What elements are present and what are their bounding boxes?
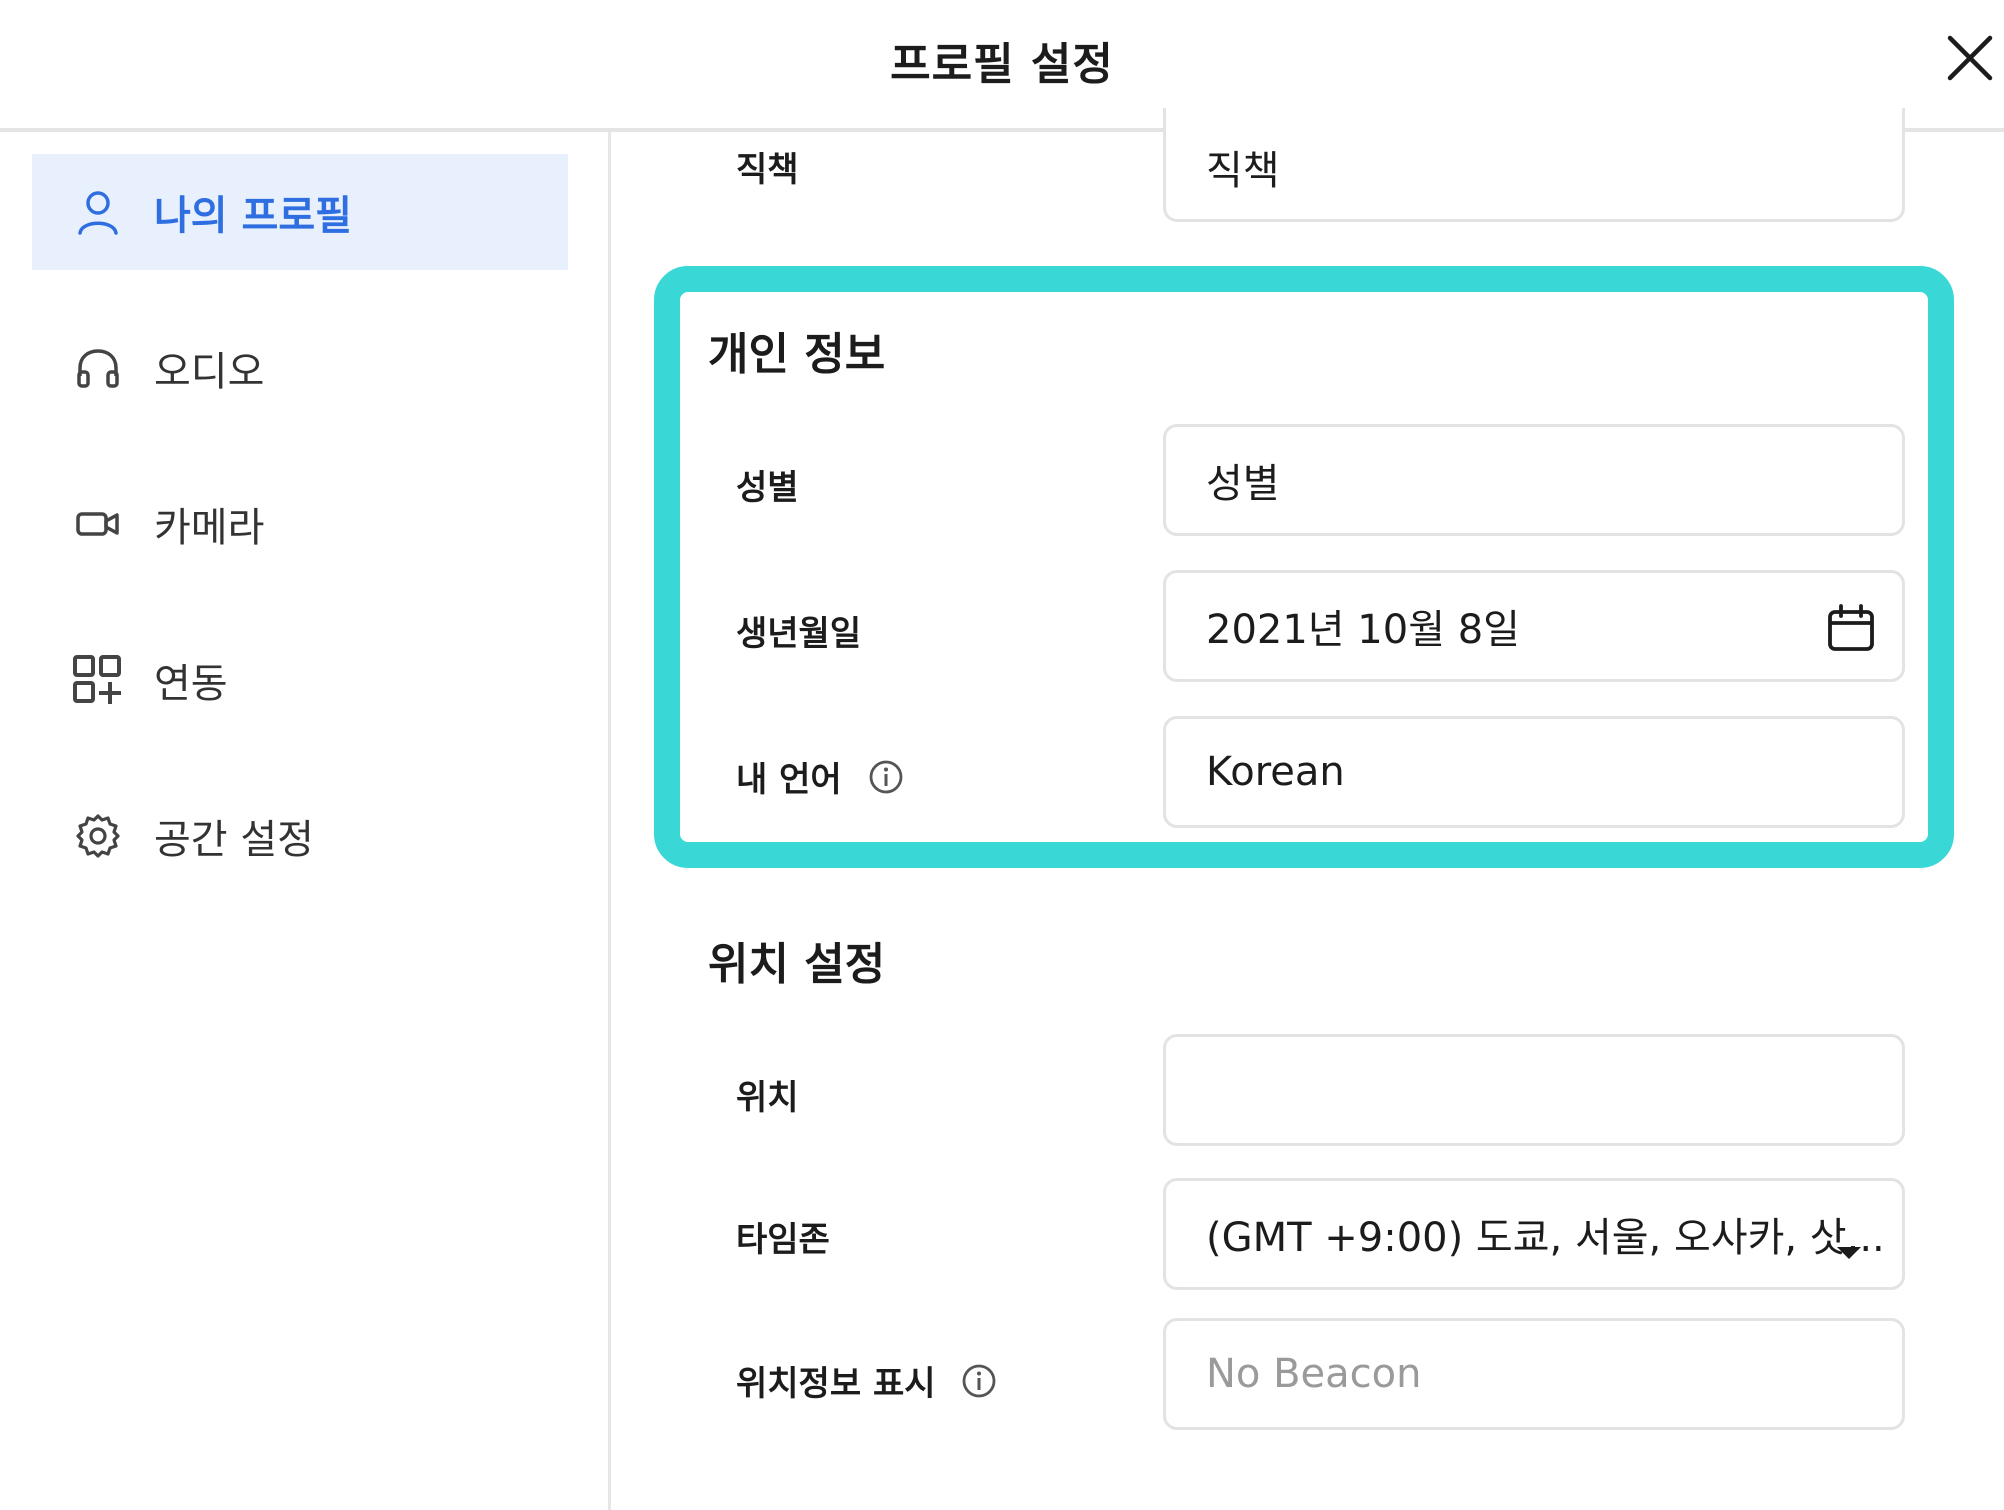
location-input[interactable] [1163,1034,1905,1146]
dialog-title: 프로필 설정 [890,39,1114,90]
gender-label: 성별 [736,468,799,508]
apps-add-icon [68,650,128,710]
birthday-label: 생년월일 [736,614,862,654]
timezone-label: 타임존 [736,1220,830,1260]
sidebar-item-label: 카메라 [154,505,265,551]
beacon-label: 위치정보 표시 [736,1364,936,1404]
location-settings-title: 위치 설정 [708,939,886,990]
user-icon [68,182,128,242]
language-label-row: 내 언어 [736,752,904,804]
sidebar-item-space-settings[interactable]: 공간 설정 [32,778,568,894]
info-icon[interactable] [868,759,904,804]
birthday-value: 2021년 10월 8일 [1206,607,1520,653]
sidebar-item-label: 연동 [154,661,228,707]
sidebar-item-camera[interactable]: 카메라 [32,466,568,582]
gear-icon [68,806,128,866]
personal-info-title: 개인 정보 [708,329,886,380]
sidebar-item-audio[interactable]: 오디오 [32,310,568,426]
info-icon[interactable] [961,1363,997,1408]
sidebar: 나의 프로필 오디오 카메라 연동 공간 설정 [0,132,611,1510]
camera-icon [68,494,128,554]
beacon-field[interactable]: No Beacon [1163,1318,1905,1430]
location-label: 위치 [736,1078,799,1118]
sidebar-item-my-profile[interactable]: 나의 프로필 [32,154,568,270]
beacon-label-row: 위치정보 표시 [736,1356,997,1408]
sidebar-item-label: 공간 설정 [154,817,314,863]
close-icon [1947,35,1993,81]
language-label: 내 언어 [736,760,842,800]
language-field[interactable]: Korean [1163,716,1905,828]
timezone-value: (GMT +9:00) 도쿄, 서울, 오사카, 삿... [1206,1215,1885,1261]
timezone-select[interactable]: (GMT +9:00) 도쿄, 서울, 오사카, 삿... [1163,1178,1905,1290]
gender-field[interactable]: 성별 [1163,424,1905,536]
headphones-icon [68,338,128,398]
sidebar-item-label: 나의 프로필 [154,193,352,239]
birthday-field[interactable]: 2021년 10월 8일 [1163,570,1905,682]
sidebar-item-integrations[interactable]: 연동 [32,622,568,738]
close-button[interactable] [1944,32,1996,84]
calendar-icon[interactable] [1826,603,1876,663]
chevron-down-icon [1836,1225,1862,1271]
job-title-input[interactable]: 직책 [1163,108,1905,222]
sidebar-item-label: 오디오 [154,349,265,395]
job-title-label: 직책 [736,150,799,190]
